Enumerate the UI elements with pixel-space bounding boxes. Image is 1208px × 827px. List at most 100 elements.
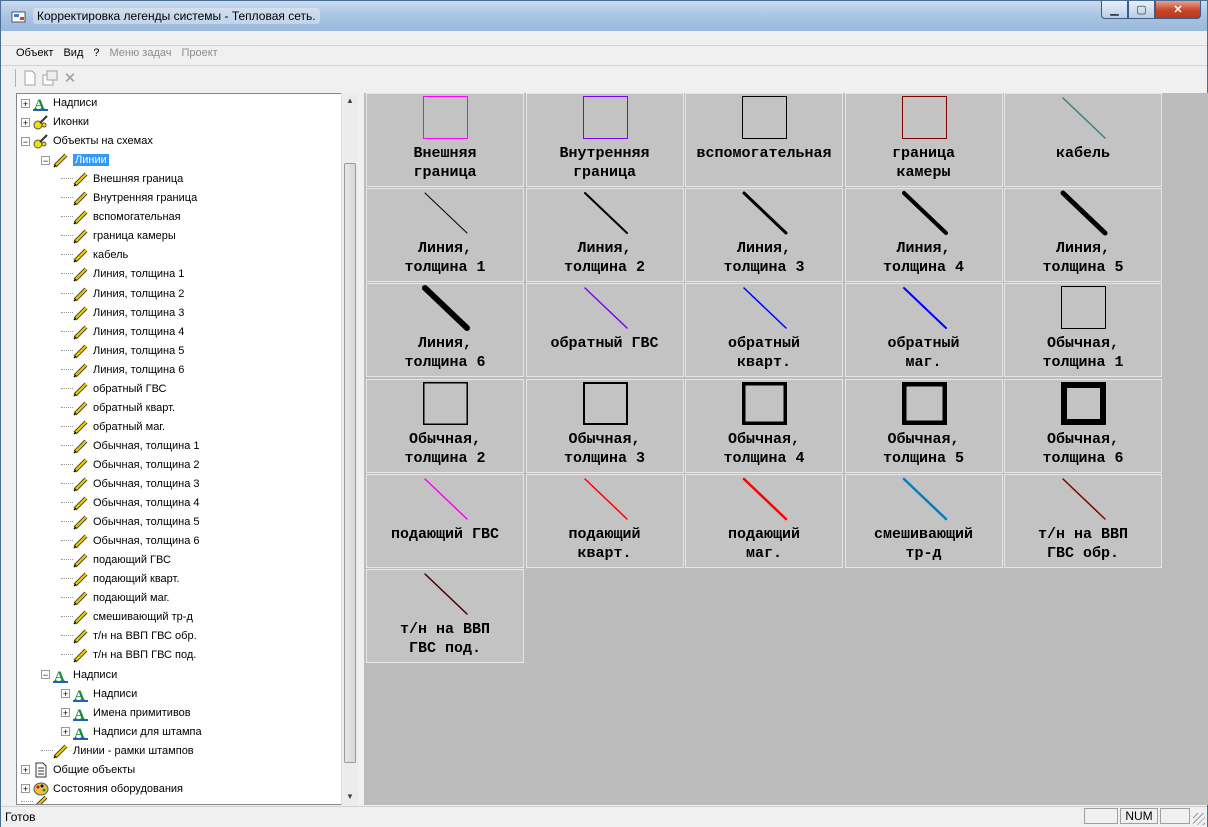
legend-cell[interactable]: т/н на ВВП ГВС под. xyxy=(366,569,524,663)
tree-item[interactable]: обратный маг. xyxy=(61,418,165,436)
tree-item[interactable]: т/н на ВВП ГВС под. xyxy=(61,646,196,664)
legend-cell[interactable]: Внешняя граница xyxy=(366,93,524,187)
menu-item-3[interactable]: Меню задач xyxy=(105,47,177,65)
legend-cell[interactable]: Линия, толщина 1 xyxy=(366,188,524,283)
tree-item[interactable]: Обычная, толщина 4 xyxy=(61,494,200,512)
tree-item[interactable]: Линия, толщина 2 xyxy=(61,285,184,303)
scroll-up-icon[interactable]: ▲ xyxy=(342,93,358,109)
legend-cell[interactable]: обратный ГВС xyxy=(525,283,684,378)
minimize-button[interactable]: ▁ xyxy=(1101,1,1128,19)
tree-item[interactable]: + A Имена примитивов xyxy=(61,704,191,722)
delete-button[interactable]: ✕ xyxy=(60,68,80,88)
legend-swatch-shape xyxy=(743,287,787,330)
tree-item[interactable]: подающий маг. xyxy=(61,589,169,607)
legend-cell[interactable]: Обычная, толщина 6 xyxy=(1004,378,1162,473)
resize-grip[interactable] xyxy=(1193,813,1205,825)
legend-cell[interactable]: Обычная, толщина 1 xyxy=(1004,283,1162,378)
tree-item[interactable]: Линия, толщина 6 xyxy=(61,361,184,379)
expand-icon[interactable]: + xyxy=(21,765,30,775)
menu-item-4[interactable]: Проект xyxy=(176,47,222,65)
tree-item[interactable]: Обычная, толщина 2 xyxy=(61,456,200,474)
tree-item[interactable]: Обычная, толщина 5 xyxy=(61,513,200,531)
tree-item-label: Линия, толщина 1 xyxy=(93,268,185,281)
legend-cell[interactable]: Обычная, толщина 2 xyxy=(366,378,524,473)
tree-item-label: смешивающий тр-д xyxy=(93,611,193,624)
new-doc-button[interactable] xyxy=(20,68,40,88)
tree-item[interactable]: − A Надписи xyxy=(41,666,117,684)
tree-item[interactable]: обратный ГВС xyxy=(61,380,167,398)
expand-icon[interactable]: + xyxy=(61,689,70,699)
tree-scrollbar[interactable]: ▲ ▼ xyxy=(341,93,358,805)
tree-item[interactable]: кабель xyxy=(61,246,128,264)
expand-icon[interactable]: + xyxy=(21,98,30,108)
tree-category[interactable] xyxy=(21,793,53,804)
close-button[interactable]: ✕ xyxy=(1155,1,1201,19)
scroll-thumb[interactable] xyxy=(344,163,356,763)
tree-item[interactable]: т/н на ВВП ГВС обр. xyxy=(61,627,197,645)
tree-item[interactable]: вспомогательная xyxy=(61,208,181,226)
menu-item-2[interactable]: ? xyxy=(88,47,104,65)
legend-cell[interactable]: Линия, толщина 5 xyxy=(1004,188,1162,283)
properties-button[interactable] xyxy=(40,68,60,88)
legend-cell[interactable]: обратный кварт. xyxy=(685,283,843,378)
expand-icon[interactable]: + xyxy=(61,727,70,737)
tree-connector xyxy=(61,521,73,523)
tree-item[interactable]: подающий кварт. xyxy=(61,570,179,588)
legend-cell[interactable]: Обычная, толщина 5 xyxy=(844,378,1003,473)
tree-item[interactable]: Обычная, толщина 3 xyxy=(61,475,200,493)
tree-category[interactable]: + Общие объекты xyxy=(21,761,135,779)
tree-category[interactable]: − Объекты на схемах xyxy=(21,132,153,150)
tree-item[interactable]: обратный кварт. xyxy=(61,399,175,417)
legend-cell[interactable]: Линия, толщина 3 xyxy=(685,188,843,283)
tree-item-label: Линия, толщина 3 xyxy=(93,306,185,319)
legend-cell[interactable]: граница камеры xyxy=(844,93,1003,187)
tree-item[interactable]: Линия, толщина 1 xyxy=(61,265,184,283)
maximize-button[interactable]: ▢ xyxy=(1128,1,1155,19)
status-text: Готов xyxy=(5,810,36,824)
legend-cell[interactable]: подающий ГВС xyxy=(366,473,524,568)
legend-cell[interactable]: подающий маг. xyxy=(685,473,843,568)
legend-cell[interactable]: Внутренняя граница xyxy=(525,93,684,187)
collapse-icon[interactable]: − xyxy=(41,155,50,165)
tree-item[interactable]: + A Надписи xyxy=(61,685,137,703)
menu-item-0[interactable]: Объект xyxy=(11,47,58,65)
tree-item[interactable]: смешивающий тр-д xyxy=(61,608,193,626)
tree-item[interactable]: Линия, толщина 3 xyxy=(61,304,184,322)
tree-item[interactable]: + A Надписи для штампа xyxy=(61,723,202,741)
legend-cell[interactable]: подающий кварт. xyxy=(525,473,684,568)
legend-cell[interactable]: Линия, толщина 6 xyxy=(366,283,524,378)
tree-item[interactable]: Линия, толщина 4 xyxy=(61,323,184,341)
legend-tree[interactable]: + A Надписи + Иконки − Объекты на схемах − Линии… xyxy=(16,93,358,805)
legend-cell[interactable]: смешивающий тр-д xyxy=(844,473,1003,568)
legend-cell[interactable]: вспомогательная xyxy=(685,93,843,187)
tree-item[interactable]: Линия, толщина 5 xyxy=(61,342,184,360)
tree-item[interactable]: Обычная, толщина 1 xyxy=(61,437,200,455)
collapse-icon[interactable]: − xyxy=(21,136,30,146)
tree-item[interactable]: Внутренняя граница xyxy=(61,189,197,207)
tree-item[interactable]: − Линии xyxy=(41,151,109,169)
tree-item-label: Обычная, толщина 6 xyxy=(93,535,200,548)
legend-cell[interactable]: обратный маг. xyxy=(844,283,1003,378)
expand-icon[interactable]: + xyxy=(21,117,30,127)
collapse-icon[interactable]: − xyxy=(41,670,50,680)
legend-cell[interactable]: Обычная, толщина 3 xyxy=(525,378,684,473)
expand-icon[interactable]: + xyxy=(61,708,70,718)
menu-item-1[interactable]: Вид xyxy=(58,47,88,65)
pencil-icon xyxy=(73,420,88,435)
title-bar[interactable]: Корректировка легенды системы - Тепловая… xyxy=(1,1,1207,31)
scroll-down-icon[interactable]: ▼ xyxy=(342,789,358,805)
pencil-icon xyxy=(73,591,88,606)
tree-item[interactable]: Обычная, толщина 6 xyxy=(61,532,200,550)
legend-cell[interactable]: Линия, толщина 2 xyxy=(525,188,684,283)
legend-cell[interactable]: т/н на ВВП ГВС обр. xyxy=(1004,473,1162,568)
tree-category[interactable]: + Иконки xyxy=(21,113,89,131)
tree-item[interactable]: подающий ГВС xyxy=(61,551,171,569)
legend-cell[interactable]: Линия, толщина 4 xyxy=(844,188,1003,283)
tree-item[interactable]: Внешняя граница xyxy=(61,170,183,188)
tree-item[interactable]: граница камеры xyxy=(61,227,176,245)
tree-category[interactable]: + A Надписи xyxy=(21,94,97,112)
svg-text:A: A xyxy=(74,726,85,740)
tree-item[interactable]: Линии - рамки штампов xyxy=(41,742,194,760)
legend-cell[interactable]: кабель xyxy=(1004,93,1162,187)
legend-cell[interactable]: Обычная, толщина 4 xyxy=(685,378,843,473)
